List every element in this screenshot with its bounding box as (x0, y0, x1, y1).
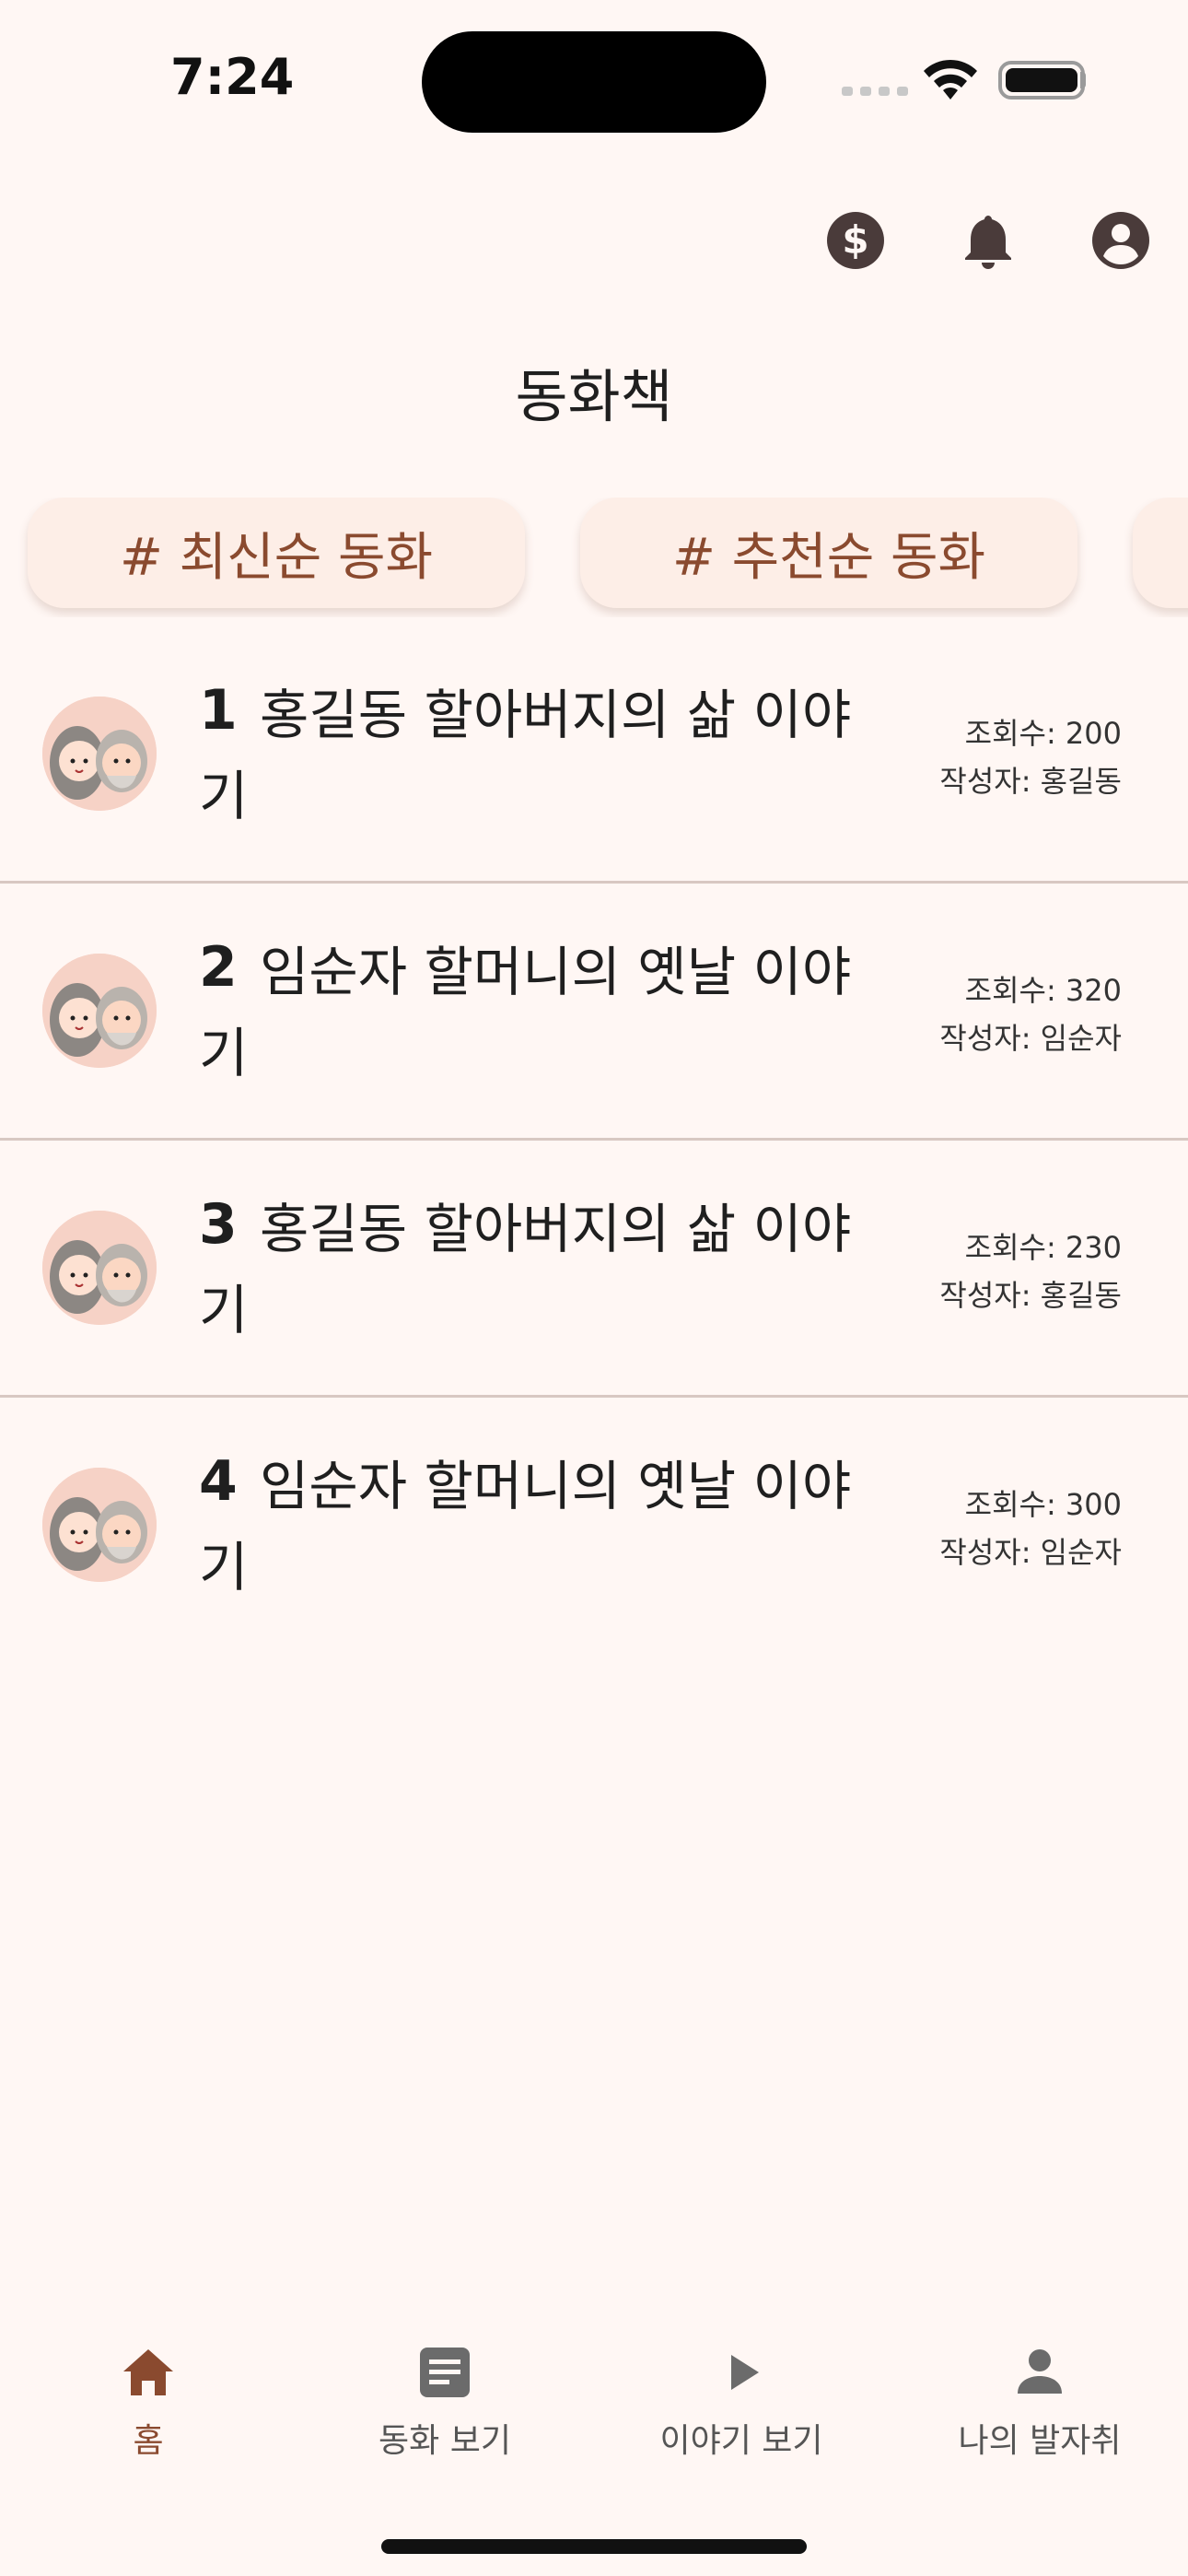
bottom-nav: 홈 동화 보기 이야기 보기 나의 발자취 (0, 2331, 1188, 2469)
story-meta: 조회수: 230 작성자: 홍길동 (939, 1224, 1122, 1319)
status-bar: 7:24 (0, 0, 1188, 157)
nav-tales-label: 이야기 보기 (659, 2422, 823, 2460)
story-views: 조회수: 200 (964, 716, 1122, 751)
account-icon[interactable] (1090, 210, 1151, 271)
avatar (42, 1211, 157, 1325)
story-meta: 조회수: 320 작성자: 임순자 (939, 966, 1122, 1062)
nav-stories[interactable]: 동화 보기 (297, 2331, 593, 2469)
story-item[interactable]: 임순자 할머니의 옛날 이야기 2 조회수: 320 작성자: 임순자 (0, 884, 1188, 1141)
home-icon (123, 2349, 173, 2395)
nav-tales[interactable]: 이야기 보기 (593, 2331, 890, 2469)
story-item[interactable]: 임순자 할머니의 옛날 이야기 4 조회수: 300 작성자: 임순자 (0, 1398, 1188, 1655)
story-item[interactable]: 홍길동 할아버지의 삶 이야기 1 조회수: 200 작성자: 홍길동 (0, 626, 1188, 884)
svg-text:$: $ (842, 217, 868, 263)
story-title: 홍길동 할아버지의 삶 이야기 (199, 684, 852, 827)
dollar-icon[interactable]: $ (825, 210, 886, 271)
nav-my-footprint-label: 나의 발자취 (958, 2422, 1122, 2460)
story-list: 홍길동 할아버지의 삶 이야기 1 조회수: 200 작성자: 홍길동 임순자 … (0, 626, 1188, 1655)
story-number: 3 (199, 1192, 238, 1257)
person-icon (1018, 2349, 1062, 2394)
avatar (42, 697, 157, 811)
wifi-icon (924, 59, 977, 100)
play-icon (731, 2355, 759, 2390)
top-action-bar: $ (0, 210, 1188, 275)
nav-my-footprint[interactable]: 나의 발자취 (891, 2331, 1188, 2469)
nav-home-label: 홈 (133, 2422, 164, 2460)
cellular-signal-icon (842, 87, 908, 96)
document-icon (420, 2348, 470, 2397)
story-title: 임순자 할머니의 옛날 이야기 (199, 1455, 852, 1598)
story-meta: 조회수: 300 작성자: 임순자 (939, 1481, 1122, 1576)
avatar (42, 1468, 157, 1582)
nav-home[interactable]: 홈 (0, 2331, 297, 2469)
story-item[interactable]: 홍길동 할아버지의 삶 이야기 3 조회수: 230 작성자: 홍길동 (0, 1141, 1188, 1398)
chip-more[interactable] (1133, 498, 1188, 608)
story-views: 조회수: 230 (964, 1230, 1122, 1265)
story-views: 조회수: 300 (964, 1487, 1122, 1522)
bell-icon[interactable] (958, 210, 1019, 271)
story-title: 임순자 할머니의 옛날 이야기 (199, 941, 852, 1084)
status-time: 7:24 (170, 48, 295, 106)
avatar (42, 954, 157, 1068)
sort-chip-row: # 최신순 동화 # 추천순 동화 (0, 498, 1188, 617)
story-views: 조회수: 320 (964, 973, 1122, 1008)
chip-latest[interactable]: # 최신순 동화 (28, 498, 525, 608)
nav-stories-label: 동화 보기 (379, 2422, 511, 2460)
story-number: 4 (199, 1449, 238, 1514)
story-author: 작성자: 임순자 (939, 1021, 1122, 1056)
chip-recommended[interactable]: # 추천순 동화 (580, 498, 1077, 608)
battery-icon (998, 61, 1085, 100)
story-meta: 조회수: 200 작성자: 홍길동 (939, 709, 1122, 805)
story-author: 작성자: 홍길동 (939, 764, 1122, 799)
page-title: 동화책 (515, 363, 673, 430)
story-number: 1 (199, 678, 238, 743)
dynamic-island (422, 31, 766, 133)
story-number: 2 (199, 935, 238, 1000)
story-title: 홍길동 할아버지의 삶 이야기 (199, 1198, 852, 1341)
story-author: 작성자: 홍길동 (939, 1278, 1122, 1313)
home-indicator (381, 2539, 807, 2554)
story-author: 작성자: 임순자 (939, 1535, 1122, 1570)
